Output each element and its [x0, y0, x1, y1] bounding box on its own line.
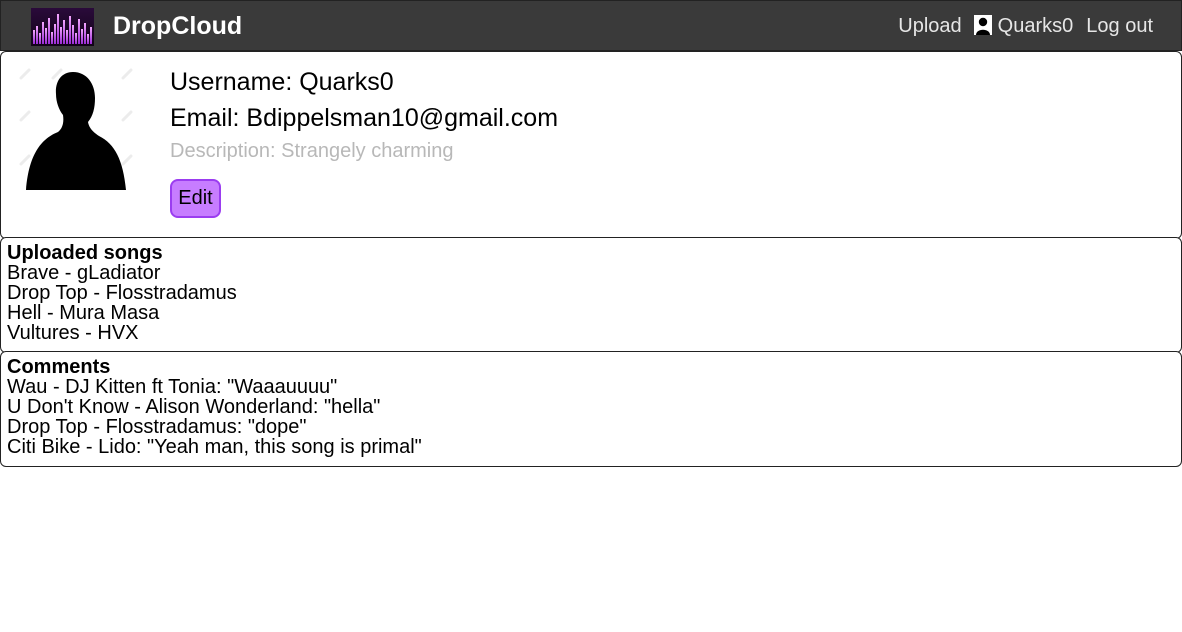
song-item[interactable]: Drop Top - Flosstradamus	[7, 283, 1175, 303]
comment-item: Wau - DJ Kitten ft Tonia: "Waaauuuu"	[7, 376, 338, 398]
comment-item: U Don't Know - Alison Wonderland: "hella…	[7, 396, 381, 418]
nav-links: Upload Quarks0 Log out	[898, 14, 1153, 38]
comments-heading: Comments	[7, 356, 111, 378]
uploaded-songs-section: Uploaded songs Brave - gLadiator Drop To…	[0, 237, 1182, 353]
comment-item: Citi Bike - Lido: "Yeah man, this song i…	[7, 436, 422, 458]
avatar	[13, 66, 137, 190]
brand-title[interactable]: DropCloud	[113, 12, 242, 41]
comments-section: Comments Wau - DJ Kitten ft Tonia: "Waaa…	[0, 351, 1182, 467]
comment-item: Drop Top - Flosstradamus: "dope"	[7, 416, 307, 438]
song-item[interactable]: Hell - Mura Masa	[7, 303, 1175, 323]
song-item[interactable]: Vultures - HVX	[7, 323, 1175, 343]
profile-card: Username: Quarks0 Email: Bdippelsman10@g…	[0, 51, 1182, 239]
description-text: Description: Strangely charming	[170, 140, 454, 162]
top-navbar: DropCloud Upload Quarks0 Log out	[0, 0, 1182, 51]
user-icon	[973, 14, 992, 35]
username-text: Username: Quarks0	[170, 68, 394, 96]
edit-button[interactable]: Edit	[170, 179, 221, 218]
upload-link[interactable]: Upload	[898, 15, 961, 38]
uploaded-songs-heading: Uploaded songs	[7, 242, 163, 264]
logout-link[interactable]: Log out	[1086, 15, 1153, 38]
logo[interactable]	[31, 8, 94, 46]
nav-username: Quarks0	[997, 15, 1074, 37]
user-profile-link[interactable]: Quarks0	[973, 14, 1074, 38]
profile-info: Username: Quarks0 Email: Bdippelsman10@g…	[170, 67, 558, 163]
email-text: Email: Bdippelsman10@gmail.com	[170, 104, 559, 132]
song-item[interactable]: Brave - gLadiator	[7, 263, 1175, 283]
